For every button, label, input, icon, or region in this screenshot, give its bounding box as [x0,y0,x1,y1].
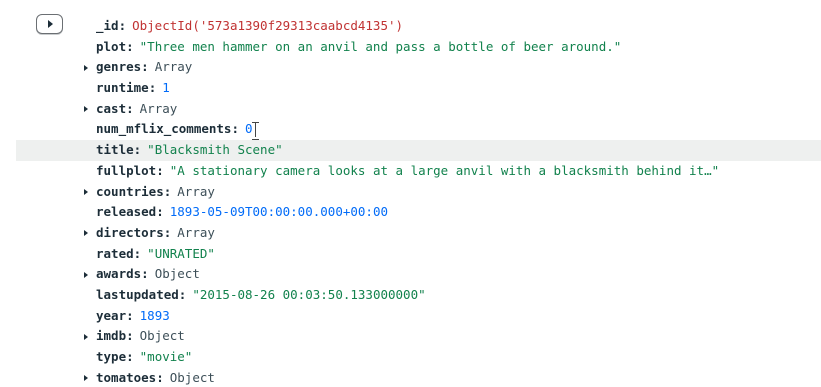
field-separator: : [163,224,172,240]
caret-right-icon [84,64,88,71]
document-view: _id: ObjectId('573a1390f29313caabcd4135')… [0,0,821,387]
field-row-cast[interactable]: cast: Array [0,99,821,120]
field-row-awards[interactable]: awards: Object [0,264,821,285]
field-list: _id: ObjectId('573a1390f29313caabcd4135')… [0,16,821,387]
caret-right-icon [84,106,88,113]
field-row-fullplot[interactable]: fullplot: "A stationary camera looks at a… [0,161,821,182]
field-key[interactable]: num_mflix_comments [96,121,231,136]
field-key[interactable]: released [96,204,156,219]
field-row-imdb[interactable]: imdb: Object [0,326,821,347]
field-separator: : [178,286,187,302]
caret-right-icon [84,375,88,382]
field-key[interactable]: imdb [96,328,126,343]
caret-right-icon [84,333,88,340]
field-key[interactable]: plot [96,39,126,54]
field-key[interactable]: _id [96,18,119,33]
field-separator: : [163,183,172,199]
field-key[interactable]: countries [96,184,164,199]
field-value[interactable]: ObjectId('573a1390f29313caabcd4135') [132,18,403,33]
field-key[interactable]: fullplot [96,163,156,178]
field-row-tomatoes[interactable]: tomatoes: Object [0,368,821,387]
caret-right-icon [84,188,88,195]
field-key[interactable]: awards [96,266,141,281]
field-value[interactable]: Object [140,328,185,343]
expand-field-button[interactable] [84,57,94,78]
field-value[interactable]: 1893-05-09T00:00:00.000+00:00 [170,204,388,219]
field-row-lastupdated[interactable]: lastupdated: "2015-08-26 00:03:50.1330000… [0,285,821,306]
field-row-plot[interactable]: plot: "Three men hammer on an anvil and p… [0,37,821,58]
field-value[interactable]: "movie" [140,349,193,364]
field-key[interactable]: rated [96,246,134,261]
field-value[interactable]: "A stationary camera looks at a large an… [170,163,719,178]
field-value[interactable]: 1893 [140,308,170,323]
field-key[interactable]: runtime [96,80,149,95]
field-row-type[interactable]: type: "movie" [0,347,821,368]
expand-field-button[interactable] [84,264,94,285]
field-row--id[interactable]: _id: ObjectId('573a1390f29313caabcd4135') [0,16,821,37]
caret-right-icon [84,230,88,237]
field-row-year[interactable]: year: 1893 [0,306,821,327]
field-value[interactable]: 1 [162,80,170,95]
field-value[interactable]: Array [177,225,215,240]
field-separator: : [126,100,134,116]
field-separator: : [141,266,149,282]
field-row-countries[interactable]: countries: Array [0,182,821,203]
field-value[interactable]: Array [140,101,178,116]
field-separator: : [156,162,164,178]
field-value[interactable]: Array [155,59,193,74]
field-row-rated[interactable]: rated: "UNRATED" [0,244,821,265]
field-row-released[interactable]: released: 1893-05-09T00:00:00.000+00:00 [0,202,821,223]
field-key[interactable]: tomatoes [96,370,156,385]
field-separator: : [126,38,134,54]
field-value[interactable]: "Three men hammer on an anvil and pass a… [140,39,622,54]
field-separator: : [126,349,134,364]
field-value[interactable]: Object [155,266,200,281]
field-key[interactable]: type [96,349,126,364]
field-key[interactable]: cast [96,101,126,116]
field-value[interactable]: Object [170,370,215,385]
field-row-genres[interactable]: genres: Array [0,57,821,78]
expand-field-button[interactable] [84,368,94,387]
field-value[interactable]: "Blacksmith Scene" [147,142,282,157]
field-key[interactable]: genres [96,59,141,74]
text-cursor-icon [251,121,260,140]
field-row-num-mflix-comments[interactable]: num_mflix_comments: 0 [0,119,821,140]
field-separator: : [126,307,134,323]
field-key[interactable]: lastupdated [96,287,179,302]
field-separator: : [133,245,142,261]
field-separator: : [231,121,239,137]
expand-field-button[interactable] [84,99,94,120]
field-separator: : [156,369,164,385]
field-value[interactable]: Array [177,184,215,199]
field-separator: : [156,204,164,220]
field-row-runtime[interactable]: runtime: 1 [0,78,821,99]
field-separator: : [126,328,134,344]
caret-right-icon [84,271,88,278]
field-separator: : [133,142,142,158]
expand-field-button[interactable] [84,223,94,244]
field-key[interactable]: directors [96,225,164,240]
field-key[interactable]: title [96,142,134,157]
field-separator: : [148,80,157,96]
field-row-directors[interactable]: directors: Array [0,223,821,244]
expand-field-button[interactable] [84,182,94,203]
field-row-title[interactable]: title: "Blacksmith Scene" [0,140,821,161]
field-separator: : [141,59,149,75]
field-value[interactable]: "2015-08-26 00:03:50.133000000" [192,287,425,302]
field-separator: : [118,18,127,33]
field-value[interactable]: "UNRATED" [147,246,215,261]
expand-field-button[interactable] [84,326,94,347]
field-key[interactable]: year [96,308,126,323]
